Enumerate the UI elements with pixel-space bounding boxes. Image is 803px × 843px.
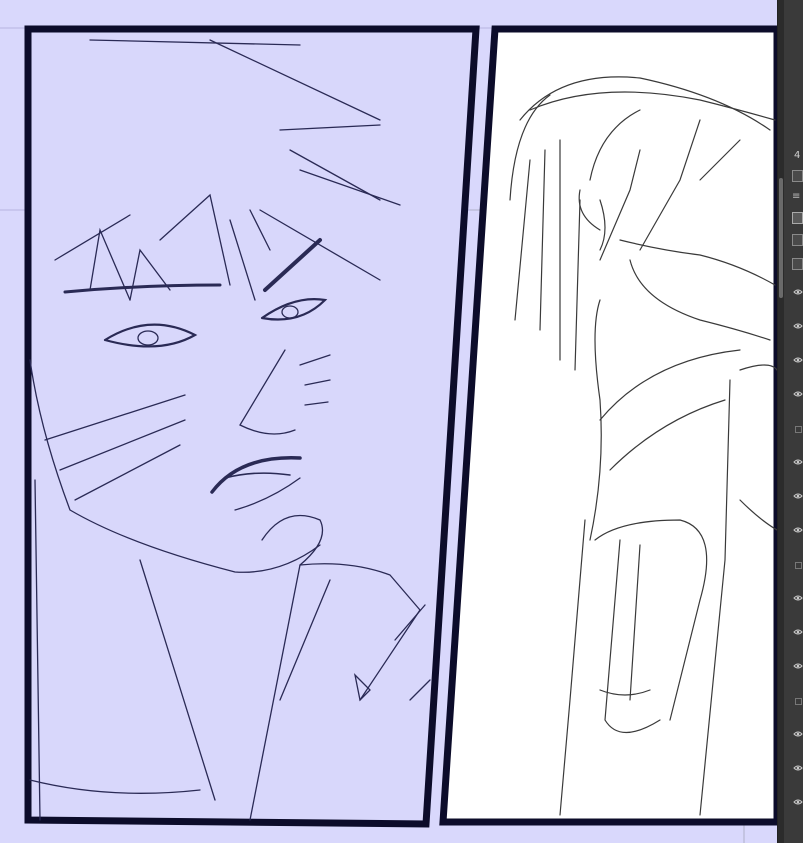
comic-page xyxy=(0,25,777,843)
drawing-canvas[interactable] xyxy=(0,0,777,843)
right-panel-border xyxy=(439,25,777,826)
layer-panel-scrollbar[interactable] xyxy=(778,0,784,843)
layer-panel[interactable] xyxy=(777,0,803,843)
eye-icon[interactable] xyxy=(793,662,803,670)
layer-copy-button[interactable] xyxy=(792,234,803,246)
layer-visibility-off[interactable] xyxy=(795,562,802,569)
opacity-value: 4 xyxy=(794,150,801,161)
eye-icon[interactable] xyxy=(793,390,803,398)
eye-icon[interactable] xyxy=(793,798,803,806)
eye-icon[interactable] xyxy=(793,288,803,296)
eye-icon[interactable] xyxy=(793,594,803,602)
eye-icon[interactable] xyxy=(793,764,803,772)
menu-icon[interactable]: ≡ xyxy=(792,192,803,204)
eye-icon[interactable] xyxy=(793,458,803,466)
eye-icon[interactable] xyxy=(793,526,803,534)
scrollbar-thumb[interactable] xyxy=(779,178,783,298)
eye-icon[interactable] xyxy=(793,356,803,364)
eye-icon[interactable] xyxy=(793,492,803,500)
layer-visibility-off[interactable] xyxy=(795,698,802,705)
layer-lock-button[interactable] xyxy=(792,170,803,182)
eye-icon[interactable] xyxy=(793,628,803,636)
left-panel-border xyxy=(24,25,480,828)
left-comic-panel[interactable] xyxy=(24,25,480,828)
eye-icon[interactable] xyxy=(793,730,803,738)
right-comic-panel[interactable] xyxy=(439,25,777,826)
eye-icon[interactable] xyxy=(793,322,803,330)
layer-list-button[interactable] xyxy=(792,258,803,270)
layer-visibility-off[interactable] xyxy=(795,426,802,433)
layer-mode-button[interactable] xyxy=(792,212,803,224)
